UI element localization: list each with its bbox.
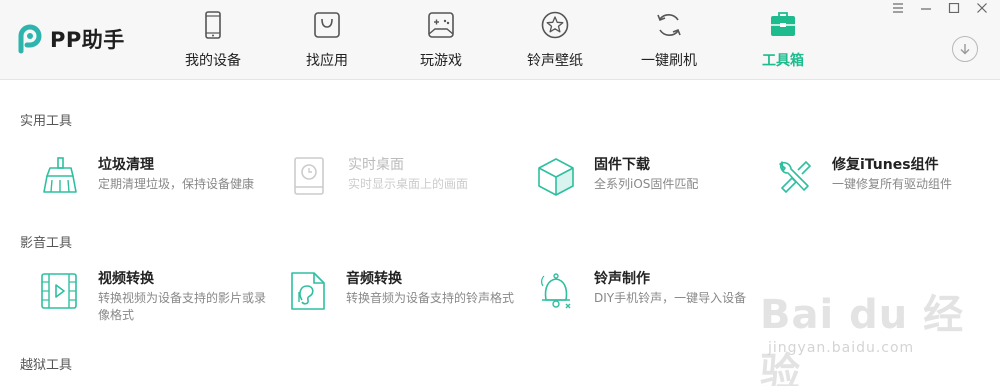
nav-label: 找应用	[306, 53, 348, 69]
film-icon	[41, 273, 77, 309]
watermark-main-text: Bai du 经验	[760, 292, 965, 386]
cube-icon	[538, 158, 574, 196]
tool-name: 音频转换	[346, 271, 402, 287]
tool-name: 铃声制作	[594, 271, 650, 287]
tool-name: 垃圾清理	[98, 157, 154, 173]
nav-label: 一键刷机	[641, 53, 697, 69]
tool-desc: 实时显示桌面上的画面	[348, 177, 469, 191]
tool-ringtone-maker[interactable]: 铃声制作 DIY手机铃声，一键导入设备	[536, 268, 766, 318]
phone-icon	[205, 11, 221, 39]
broom-icon	[43, 157, 77, 193]
star-icon	[541, 11, 569, 39]
maximize-icon[interactable]	[946, 2, 962, 14]
main-nav: 我的设备 找应用 玩游戏 铃声壁纸 一键刷机 工具箱	[156, 0, 840, 80]
gamepad-icon	[428, 12, 454, 38]
nav-label: 玩游戏	[420, 53, 462, 69]
top-bar: PP助手 我的设备 找应用 玩游戏 铃声壁纸 一键刷机 工具箱	[0, 0, 1000, 80]
bell-icon	[541, 273, 571, 309]
tool-live-desktop[interactable]: 实时桌面 实时显示桌面上的画面	[290, 154, 520, 204]
window-controls	[890, 2, 990, 14]
refresh-icon	[657, 14, 681, 36]
audio-file-icon	[291, 272, 325, 310]
download-button[interactable]	[952, 36, 978, 62]
tool-name: 视频转换	[98, 271, 154, 287]
nav-label: 工具箱	[762, 53, 804, 69]
nav-label: 铃声壁纸	[527, 53, 583, 69]
toolbox-icon	[771, 12, 795, 36]
tool-name: 固件下载	[594, 157, 650, 173]
tool-name: 修复iTunes组件	[832, 157, 939, 173]
tool-audio-convert[interactable]: 音频转换 转换音频为设备支持的铃声格式	[288, 268, 518, 318]
section-title-media: 影音工具	[20, 236, 73, 251]
baidu-watermark: Bai du 经验 jingyan.baidu.com	[760, 282, 980, 386]
tool-firmware-download[interactable]: 固件下载 全系列iOS固件匹配	[536, 154, 766, 204]
pp-logo-icon	[18, 24, 42, 54]
tool-name: 实时桌面	[348, 157, 404, 173]
tool-desc: 定期清理垃圾，保持设备健康	[98, 177, 255, 191]
tool-desc: 转换视频为设备支持的影片或录像格式	[98, 291, 267, 322]
nav-games[interactable]: 玩游戏	[384, 0, 498, 80]
app-bag-icon	[314, 12, 340, 38]
nav-toolbox[interactable]: 工具箱	[726, 0, 840, 80]
section-title-utilities: 实用工具	[20, 114, 73, 129]
nav-one-click-flash[interactable]: 一键刷机	[612, 0, 726, 80]
nav-label: 我的设备	[185, 53, 241, 69]
wrench-icon	[779, 160, 812, 194]
tool-desc: DIY手机铃声，一键导入设备	[594, 291, 747, 305]
minimize-icon[interactable]	[918, 2, 934, 14]
nav-ringtones-wallpapers[interactable]: 铃声壁纸	[498, 0, 612, 80]
tool-desc: 全系列iOS固件匹配	[594, 177, 699, 191]
nav-find-apps[interactable]: 找应用	[270, 0, 384, 80]
close-icon[interactable]	[974, 2, 990, 14]
app-logo: PP助手	[16, 22, 125, 56]
tool-repair-itunes[interactable]: 修复iTunes组件 一键修复所有驱动组件	[774, 154, 1000, 204]
tool-desc: 转换音频为设备支持的铃声格式	[346, 291, 515, 305]
nav-my-device[interactable]: 我的设备	[156, 0, 270, 80]
download-arrow-icon	[960, 44, 970, 55]
menu-icon[interactable]	[890, 2, 906, 14]
watermark-sub-text: jingyan.baidu.com	[768, 340, 915, 356]
tool-junk-cleanup[interactable]: 垃圾清理 定期清理垃圾，保持设备健康	[40, 154, 270, 204]
tool-video-convert[interactable]: 视频转换 转换视频为设备支持的影片或录像格式	[40, 268, 270, 322]
tablet-clock-icon	[294, 157, 324, 195]
app-name: PP助手	[50, 28, 125, 52]
tool-desc: 一键修复所有驱动组件	[832, 177, 953, 191]
section-title-jailbreak: 越狱工具	[20, 358, 73, 373]
